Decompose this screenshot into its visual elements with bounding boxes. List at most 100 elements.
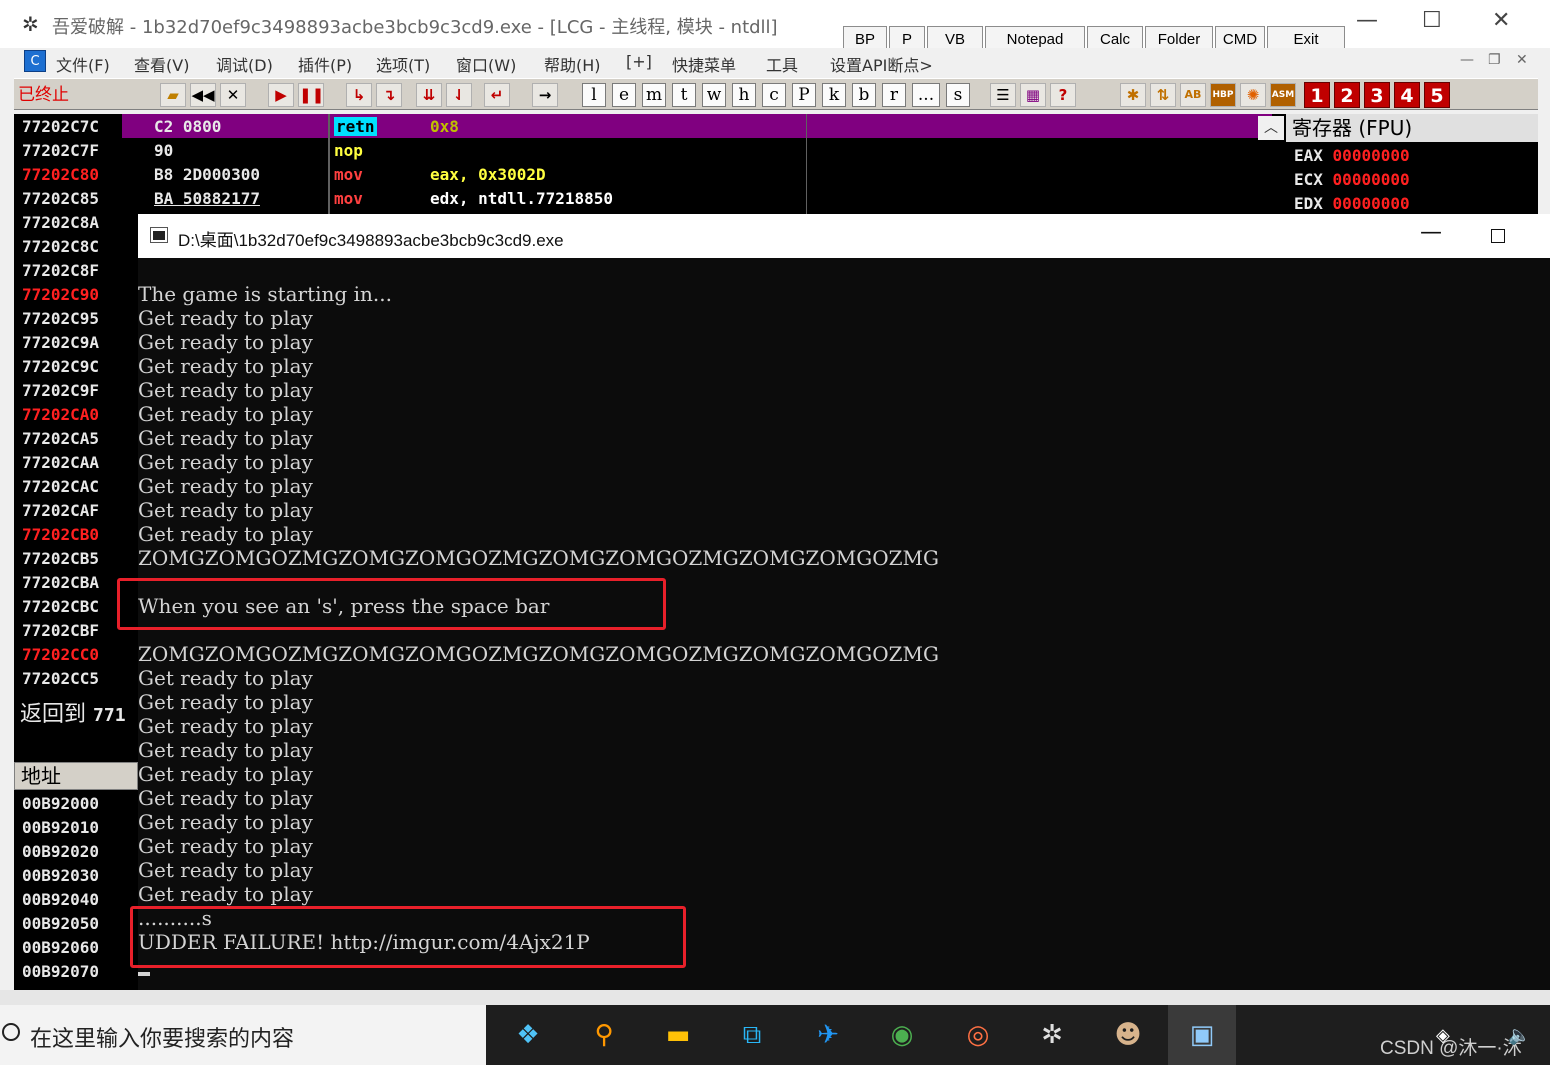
dump-row[interactable]: 00B92070 (22, 962, 99, 981)
console-taskbar-icon[interactable]: ▣ (1180, 1013, 1224, 1057)
mnemonic[interactable]: nop (334, 141, 363, 160)
search-input[interactable]: 在这里输入你要搜索的内容 (30, 1021, 294, 1053)
address-row[interactable]: 77202CA0 (22, 405, 99, 424)
console-title-bar[interactable]: D:\桌面\1b32d70ef9c3498893acbe3bcb9c3cd9.e… (138, 214, 1550, 258)
hex-bytes[interactable]: 90 (154, 141, 173, 160)
hex-bytes[interactable]: B8 2D000300 (154, 165, 260, 184)
bookmark-2-button[interactable]: 2 (1334, 82, 1360, 108)
address-row[interactable]: 77202C85 (22, 189, 99, 208)
dump-row[interactable]: 00B92050 (22, 914, 99, 933)
app-window-icon[interactable]: ⧉ (730, 1013, 774, 1057)
address-row[interactable]: 77202CB5 (22, 549, 99, 568)
menu-help[interactable]: 帮助(H) (544, 52, 601, 76)
maximize-icon[interactable]: ☐ (1422, 8, 1442, 33)
volume-icon[interactable]: 🔈 (1508, 1025, 1530, 1046)
scroll-up-icon[interactable]: ︿ (1258, 116, 1284, 140)
grid-icon[interactable]: ▦ (1020, 83, 1046, 107)
menu-api-breakpoint[interactable]: 设置API断点> (830, 52, 933, 76)
mnemonic[interactable]: mov (334, 189, 363, 208)
address-row[interactable]: 77202CAA (22, 453, 99, 472)
plugin-a-icon[interactable]: ✱ (1120, 83, 1146, 107)
threads-window-button[interactable]: t (672, 83, 696, 107)
breakpoints-window-button[interactable]: b (852, 83, 876, 107)
goto-icon[interactable]: → (532, 83, 558, 107)
asm-icon[interactable]: ASM (1270, 83, 1296, 107)
register-row[interactable]: ECX 00000000 (1294, 170, 1410, 189)
address-row[interactable]: 77202CAF (22, 501, 99, 520)
log-window-button[interactable]: l (582, 83, 606, 107)
hex-bytes[interactable]: BA 50882177 (154, 189, 260, 208)
bookmark-3-button[interactable]: 3 (1364, 82, 1390, 108)
mnemonic[interactable]: retn (334, 117, 377, 136)
dump-row[interactable]: 00B92010 (22, 818, 99, 837)
source-window-button[interactable]: s (946, 83, 970, 107)
plugin-b-icon[interactable]: ⇅ (1150, 83, 1176, 107)
references-window-button[interactable]: r (882, 83, 906, 107)
minimize-icon[interactable]: — (1420, 220, 1442, 245)
address-row[interactable]: 77202C7F (22, 141, 99, 160)
address-row[interactable]: 77202CBF (22, 621, 99, 640)
close-program-icon[interactable]: ✕ (220, 83, 246, 107)
dump-address-header[interactable]: 地址 (14, 762, 138, 790)
operand[interactable]: edx, ntdll.77218850 (430, 189, 613, 208)
callstack-window-button[interactable]: k (822, 83, 846, 107)
handles-window-button[interactable]: h (732, 83, 756, 107)
list-icon[interactable]: ☰ (990, 83, 1016, 107)
operand[interactable]: eax, 0x3002D (430, 165, 546, 184)
run-icon[interactable]: ▶ (268, 83, 294, 107)
register-row[interactable]: EDX 00000000 (1294, 194, 1410, 213)
address-row[interactable]: 77202C9F (22, 381, 99, 400)
address-row[interactable]: 77202C80 (22, 165, 99, 184)
bookmark-1-button[interactable]: 1 (1304, 82, 1330, 108)
address-row[interactable]: 77202C90 (22, 285, 99, 304)
portrait-app-icon[interactable]: ☻ (1106, 1013, 1150, 1057)
debugger-taskbar-icon[interactable]: ✲ (1030, 1013, 1074, 1057)
help-icon[interactable]: ? (1050, 83, 1076, 107)
menu-view[interactable]: 查看(V) (134, 52, 189, 76)
trace-over-icon[interactable]: ⇃ (446, 83, 472, 107)
dump-row[interactable]: 00B92060 (22, 938, 99, 957)
mdi-restore-icon[interactable]: ❐ (1488, 52, 1501, 68)
cpu-window-button[interactable]: c (762, 83, 786, 107)
debugger-title-bar[interactable]: ✲ 吾爱破解 - 1b32d70ef9c3498893acbe3bcb9c3cd… (0, 0, 1550, 54)
hex-bytes[interactable]: C2 0800 (154, 117, 221, 136)
pause-icon[interactable]: ❚❚ (298, 83, 324, 107)
address-row[interactable]: 77202C8C (22, 237, 99, 256)
address-row[interactable]: 77202CC5 (22, 669, 99, 688)
address-row[interactable]: 77202CBC (22, 597, 99, 616)
trace-into-icon[interactable]: ⇊ (416, 83, 442, 107)
step-over-icon[interactable]: ↴ (376, 83, 402, 107)
address-row[interactable]: 77202CA5 (22, 429, 99, 448)
menu-tools[interactable]: 工具 (766, 52, 798, 76)
console-output[interactable]: The game is starting in... Get ready to p… (138, 282, 1550, 990)
menu-plugins[interactable]: 插件(P) (298, 52, 352, 76)
memory-window-button[interactable]: m (642, 83, 666, 107)
address-row[interactable]: 77202CBA (22, 573, 99, 592)
modules-window-button[interactable]: e (612, 83, 636, 107)
dump-row[interactable]: 00B92020 (22, 842, 99, 861)
menu-shortcuts[interactable]: 快捷菜单 (672, 52, 736, 76)
address-row[interactable]: 77202CC0 (22, 645, 99, 664)
chrome-icon[interactable]: ◉ (880, 1013, 924, 1057)
register-row[interactable]: EAX 00000000 (1294, 146, 1410, 165)
menu-debug[interactable]: 调试(D) (216, 52, 273, 76)
address-row[interactable]: 77202CB0 (22, 525, 99, 544)
menu-window[interactable]: 窗口(W) (456, 52, 516, 76)
menu-plus[interactable]: [+] (626, 52, 652, 71)
network-icon[interactable]: ◈ (1436, 1025, 1450, 1046)
patches-window-button[interactable]: P (792, 83, 816, 107)
cpu-window-icon[interactable]: C (24, 50, 46, 72)
firefox-icon[interactable]: ◎ (956, 1013, 1000, 1057)
address-row[interactable]: 77202C9C (22, 357, 99, 376)
search-app-icon[interactable]: ⚲ (582, 1013, 626, 1057)
plugin-ab-icon[interactable]: AB (1180, 83, 1206, 107)
operand[interactable]: 0x8 (430, 117, 459, 136)
mdi-minimize-icon[interactable]: — (1460, 52, 1474, 68)
windows-media-icon[interactable]: ❖ (506, 1013, 550, 1057)
taskbar-search[interactable]: 在这里输入你要搜索的内容 (0, 1005, 486, 1065)
step-into-icon[interactable]: ↳ (346, 83, 372, 107)
close-icon[interactable]: ✕ (1492, 8, 1510, 33)
address-row[interactable]: 77202C9A (22, 333, 99, 352)
bookmark-4-button[interactable]: 4 (1394, 82, 1420, 108)
file-explorer-icon[interactable]: ▬ (656, 1013, 700, 1057)
